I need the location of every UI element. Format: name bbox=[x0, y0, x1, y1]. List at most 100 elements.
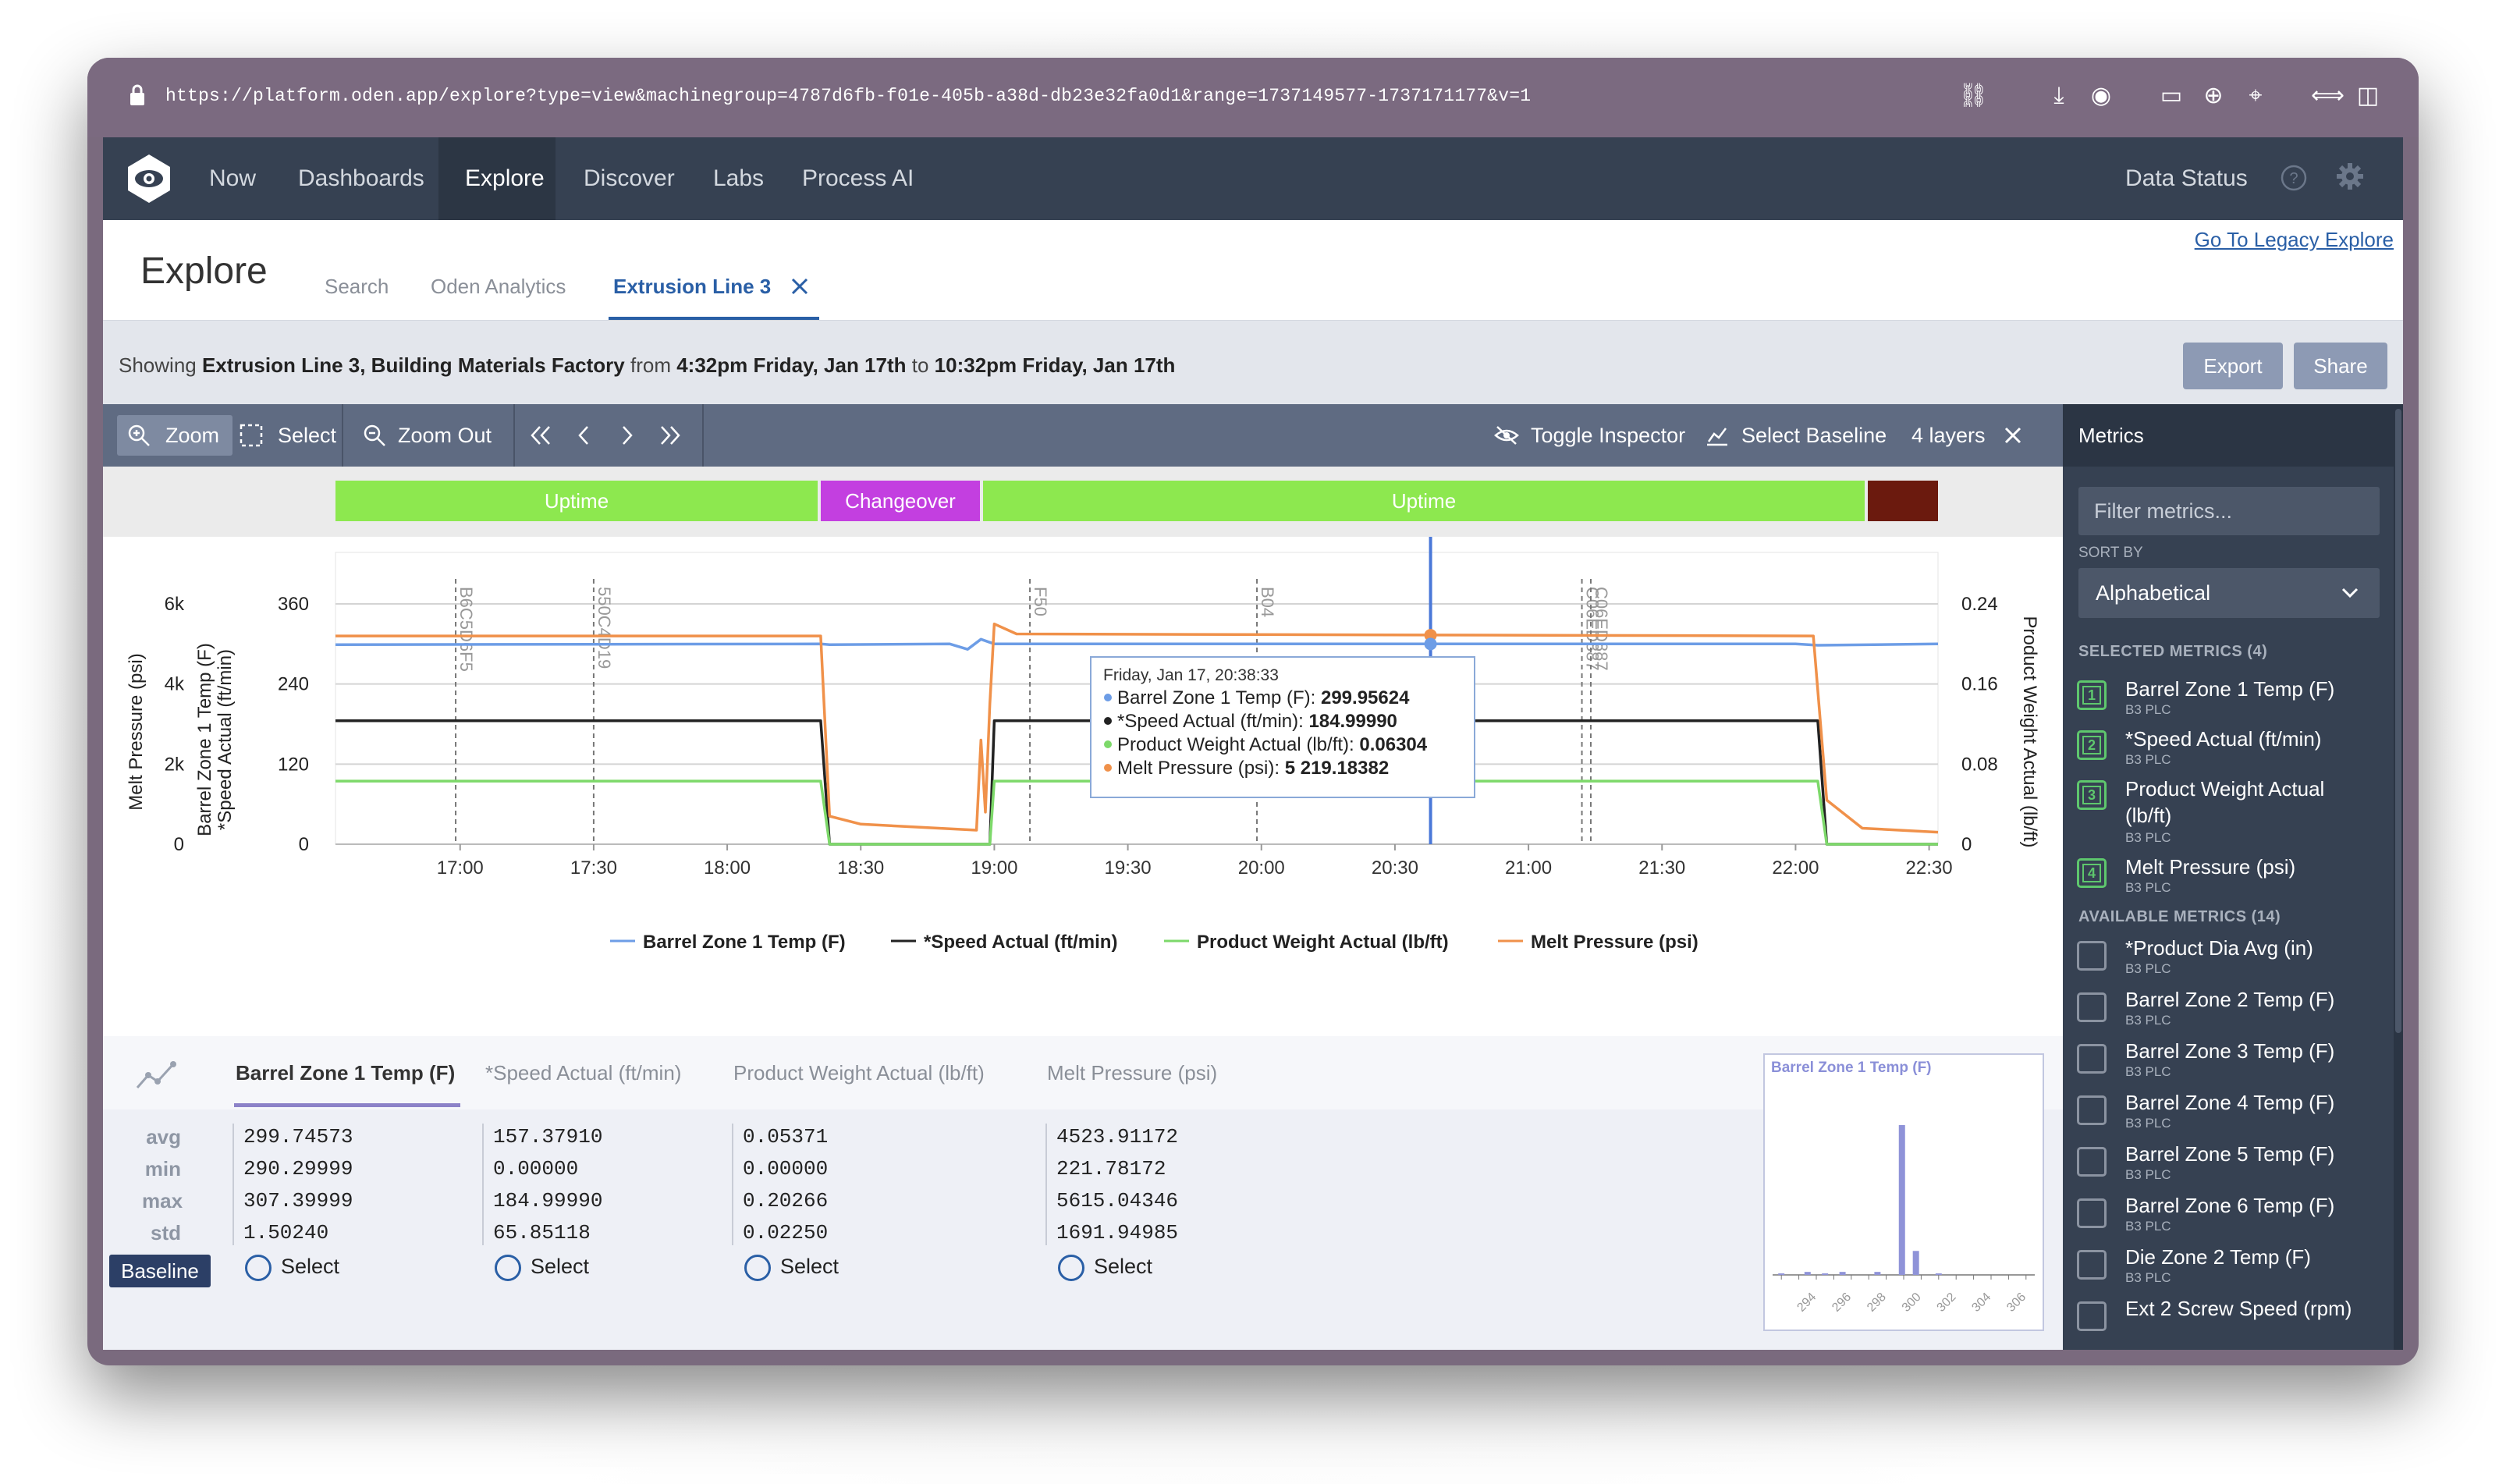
histogram-bar bbox=[1935, 1273, 1942, 1276]
select-baseline-radio[interactable]: Select bbox=[744, 1255, 839, 1281]
metric-checkbox[interactable] bbox=[2077, 1147, 2107, 1177]
jump-start-icon[interactable] bbox=[529, 424, 552, 446]
metric-checkbox-checked[interactable]: 3 bbox=[2077, 780, 2107, 810]
state-segment-down[interactable] bbox=[1868, 481, 1938, 521]
stat-value: 0.05371 bbox=[743, 1125, 829, 1149]
jump-end-icon[interactable] bbox=[658, 424, 682, 446]
metric-checkbox-checked[interactable]: 2 bbox=[2077, 730, 2107, 760]
address-bar[interactable]: https://platform.oden.app/explore?type=v… bbox=[165, 86, 1531, 106]
metric-source: B3 PLC bbox=[2125, 1013, 2171, 1028]
select-baseline-radio[interactable]: Select bbox=[245, 1255, 339, 1281]
nav-labs[interactable]: Labs bbox=[713, 165, 764, 192]
metrics-header: Metrics bbox=[2063, 404, 2403, 467]
extension-icon[interactable]: ⟺ bbox=[2311, 81, 2344, 111]
zoom-out-button[interactable]: Zoom Out bbox=[398, 404, 492, 467]
tab-oden-analytics[interactable]: Oden Analytics bbox=[431, 275, 566, 299]
available-metric-name[interactable]: Barrel Zone 6 Temp (F) bbox=[2125, 1192, 2375, 1219]
available-metric-name[interactable]: Ext 2 Screw Speed (rpm) bbox=[2125, 1295, 2375, 1322]
radio-label: Select bbox=[780, 1255, 839, 1279]
metric-checkbox[interactable] bbox=[2077, 941, 2107, 971]
step-forward-icon[interactable] bbox=[619, 424, 635, 446]
available-metric-name[interactable]: Barrel Zone 5 Temp (F) bbox=[2125, 1141, 2375, 1167]
select-box-icon[interactable] bbox=[239, 423, 264, 448]
nav-now[interactable]: Now bbox=[209, 165, 256, 192]
state-segment-uptime[interactable]: Uptime bbox=[983, 481, 1865, 521]
select-button[interactable]: Select bbox=[278, 404, 336, 467]
zoom-out-icon[interactable] bbox=[362, 423, 387, 448]
timeseries-chart[interactable]: 17:00 17:30 18:00 18:30 19:00 19:30 20:00 20:30… bbox=[103, 537, 2063, 1036]
sort-select[interactable]: Alphabetical bbox=[2078, 568, 2380, 618]
tab-extrusion-line-3[interactable]: Extrusion Line 3 bbox=[613, 275, 771, 299]
nav-dashboards[interactable]: Dashboards bbox=[298, 165, 424, 192]
help-icon[interactable]: ? bbox=[2280, 164, 2308, 192]
stat-column-divider bbox=[482, 1124, 484, 1245]
stats-tab-melt-pressure[interactable]: Melt Pressure (psi) bbox=[1047, 1061, 1217, 1085]
baseline-badge[interactable]: Baseline bbox=[109, 1255, 211, 1287]
nav-discover[interactable]: Discover bbox=[584, 165, 675, 192]
toggle-inspector-button[interactable]: Toggle Inspector bbox=[1531, 404, 1685, 467]
zoom-button[interactable]: Zoom bbox=[165, 404, 219, 467]
app-content: Now Dashboards Explore Discover Labs Pro… bbox=[103, 137, 2403, 1350]
share-button[interactable]: Share bbox=[2294, 343, 2387, 389]
selected-metric-name[interactable]: *Speed Actual (ft/min) bbox=[2125, 726, 2375, 752]
available-metric-name[interactable]: Barrel Zone 2 Temp (F) bbox=[2125, 986, 2375, 1013]
select-baseline-radio[interactable]: Select bbox=[495, 1255, 589, 1281]
globe-icon[interactable]: ⊕ bbox=[2199, 81, 2228, 111]
download-icon[interactable]: ⤓ bbox=[2044, 81, 2074, 111]
stat-column-divider bbox=[1045, 1124, 1047, 1245]
link-icon[interactable]: ⛓ bbox=[1958, 81, 1988, 111]
baseline-icon[interactable] bbox=[1706, 424, 1729, 446]
selected-metric-name[interactable]: Melt Pressure (psi) bbox=[2125, 854, 2375, 880]
available-metric-name[interactable]: Barrel Zone 3 Temp (F) bbox=[2125, 1038, 2375, 1064]
metric-checkbox[interactable] bbox=[2077, 1301, 2107, 1331]
crosshair-icon[interactable]: ⌖ bbox=[2241, 81, 2270, 111]
eye-slash-icon[interactable] bbox=[1493, 424, 1520, 446]
histogram-bar bbox=[1804, 1272, 1811, 1275]
metric-checkbox[interactable] bbox=[2077, 992, 2107, 1022]
available-metric-name[interactable]: Die Zone 2 Temp (F) bbox=[2125, 1244, 2375, 1270]
available-metric-name[interactable]: *Product Dia Avg (in) bbox=[2125, 935, 2375, 961]
metric-checkbox-checked[interactable]: 4 bbox=[2077, 858, 2107, 888]
histogram-bar bbox=[1874, 1272, 1881, 1275]
zoom-in-icon[interactable] bbox=[126, 423, 151, 448]
nav-process-ai[interactable]: Process AI bbox=[802, 165, 914, 192]
selected-metric-name[interactable]: Barrel Zone 1 Temp (F) bbox=[2125, 676, 2375, 702]
select-baseline-radio[interactable]: Select bbox=[1058, 1255, 1152, 1281]
nav-explore[interactable]: Explore bbox=[465, 165, 545, 192]
stats-tab-speed[interactable]: *Speed Actual (ft/min) bbox=[485, 1061, 681, 1085]
y-tick-label-temp-speed: 360 bbox=[278, 594, 309, 615]
step-back-icon[interactable] bbox=[576, 424, 591, 446]
state-segment-uptime[interactable]: Uptime bbox=[335, 481, 818, 521]
metric-checkbox[interactable] bbox=[2077, 1044, 2107, 1074]
export-button[interactable]: Export bbox=[2183, 343, 2283, 389]
metrics-sidebar: Metrics Filter metrics... SORT BY Alphab… bbox=[2063, 404, 2403, 1350]
select-baseline-button[interactable]: Select Baseline bbox=[1741, 404, 1887, 467]
metric-checkbox-checked[interactable]: 1 bbox=[2077, 680, 2107, 710]
gear-icon[interactable] bbox=[2334, 161, 2366, 192]
sidebar-toggle-icon[interactable]: ◫ bbox=[2353, 81, 2383, 111]
layers-count[interactable]: 4 layers bbox=[1911, 404, 1986, 467]
tooltip-swatch bbox=[1104, 717, 1112, 725]
metric-checkbox[interactable] bbox=[2077, 1198, 2107, 1228]
camera-icon[interactable]: ◉ bbox=[2086, 81, 2116, 111]
available-metric-name[interactable]: Barrel Zone 4 Temp (F) bbox=[2125, 1089, 2375, 1116]
data-status-link[interactable]: Data Status bbox=[2125, 165, 2248, 192]
state-segment-changeover[interactable]: Changeover bbox=[821, 481, 980, 521]
tab-search[interactable]: Search bbox=[325, 275, 389, 299]
metric-source: B3 PLC bbox=[2125, 702, 2171, 717]
legacy-explore-link[interactable]: Go To Legacy Explore bbox=[2195, 228, 2394, 252]
close-layers-icon[interactable] bbox=[2004, 426, 2022, 445]
metric-checkbox[interactable] bbox=[2077, 1250, 2107, 1280]
terminal-icon[interactable]: ▭ bbox=[2156, 81, 2186, 111]
selected-metric-name[interactable]: Product Weight Actual (lb/ft) bbox=[2125, 776, 2375, 829]
stats-tab-product-weight[interactable]: Product Weight Actual (lb/ft) bbox=[733, 1061, 985, 1085]
filter-metrics-input[interactable]: Filter metrics... bbox=[2078, 487, 2380, 535]
close-tab-icon[interactable] bbox=[790, 276, 810, 296]
metric-checkbox[interactable] bbox=[2077, 1095, 2107, 1125]
stat-value: 0.00000 bbox=[493, 1157, 579, 1180]
oden-logo-icon[interactable] bbox=[122, 151, 176, 206]
stats-tab-barrel-zone-1[interactable]: Barrel Zone 1 Temp (F) bbox=[236, 1061, 455, 1085]
sidebar-scrollbar[interactable] bbox=[2394, 404, 2403, 1350]
histogram-tick-label: 304 bbox=[1969, 1291, 1993, 1315]
scrollbar-thumb[interactable] bbox=[2395, 409, 2401, 1033]
